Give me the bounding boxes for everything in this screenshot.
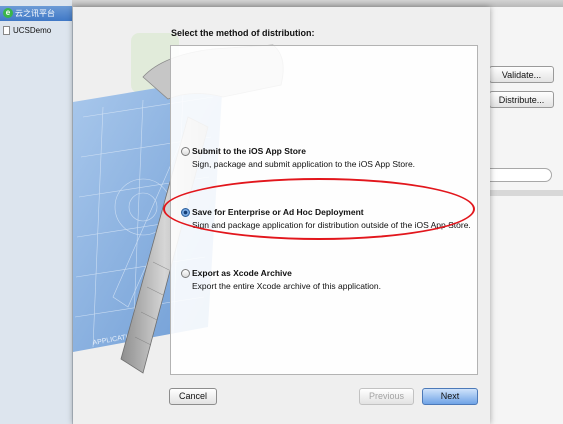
sidebar-header[interactable]: e 云之讯平台: [0, 6, 72, 21]
app-logo-icon: e: [3, 8, 13, 18]
validate-button[interactable]: Validate...: [489, 66, 554, 83]
sidebar-header-label: 云之讯平台: [15, 9, 55, 18]
option-enterprise-description: Sign and package application for distrib…: [192, 220, 471, 230]
distribution-options: Submit to the iOS App Store Sign, packag…: [170, 45, 478, 375]
option-archive-description: Export the entire Xcode archive of this …: [192, 281, 381, 291]
previous-button[interactable]: Previous: [359, 388, 414, 405]
document-icon: [3, 26, 10, 35]
organizer-divider: [490, 190, 563, 196]
option-app-store-description: Sign, package and submit application to …: [192, 159, 416, 169]
option-enterprise-title[interactable]: Save for Enterprise or Ad Hoc Deployment: [192, 207, 364, 217]
option-app-store-title[interactable]: Submit to the iOS App Store: [192, 146, 306, 156]
radio-xcode-archive[interactable]: [181, 269, 190, 278]
distribution-sheet: APPLICATION Select the method of distrib…: [73, 7, 490, 424]
radio-app-store[interactable]: [181, 147, 190, 156]
radio-enterprise-adhoc[interactable]: [181, 208, 190, 217]
sheet-title: Select the method of distribution:: [171, 28, 315, 38]
sidebar-item-label: UCSDemo: [13, 26, 52, 35]
sidebar: e 云之讯平台 UCSDemo: [0, 0, 73, 424]
window-titlebar: [72, 0, 563, 7]
next-button[interactable]: Next: [422, 388, 478, 405]
sidebar-item-ucsdemo[interactable]: UCSDemo: [0, 25, 72, 37]
cancel-button[interactable]: Cancel: [169, 388, 217, 405]
distribute-button[interactable]: Distribute...: [489, 91, 554, 108]
option-archive-title[interactable]: Export as Xcode Archive: [192, 268, 292, 278]
